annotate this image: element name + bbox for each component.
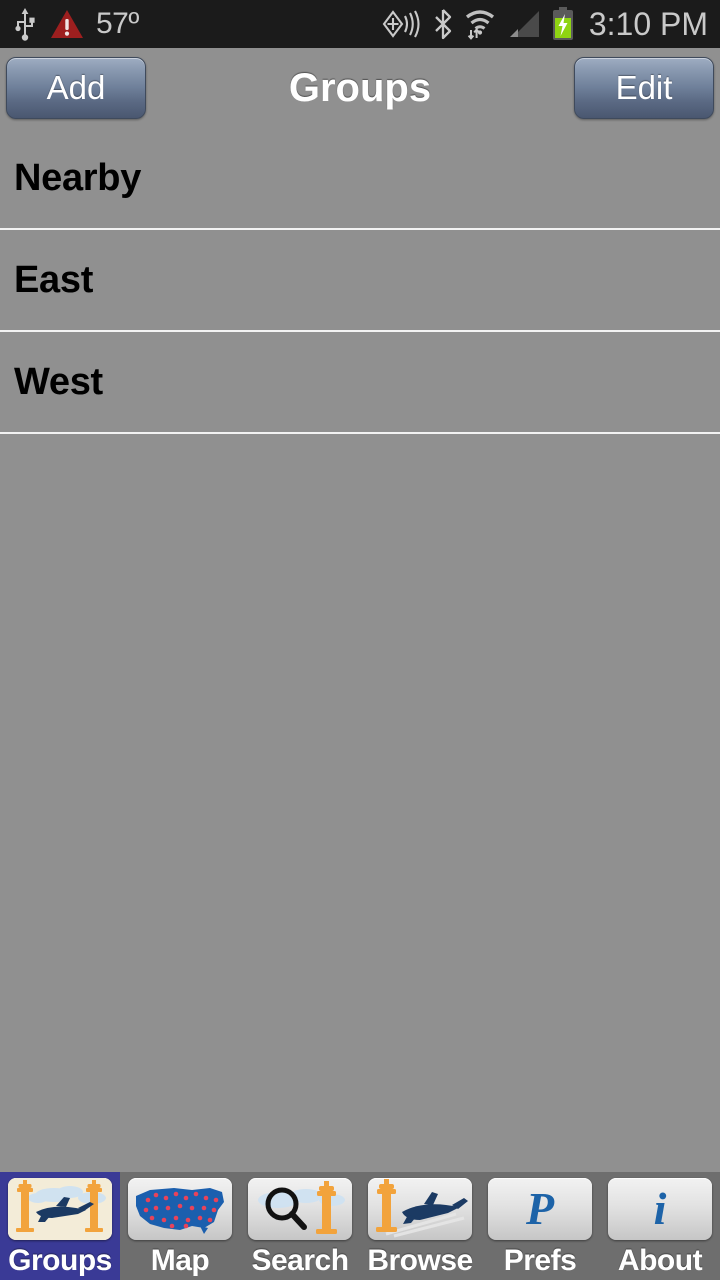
bluetooth-icon: [435, 9, 451, 40]
app-screen: 57º 3:10 PM Groups Add Edit Nearby East …: [0, 0, 720, 1280]
edit-button[interactable]: Edit: [574, 57, 714, 119]
gps-broadcast-icon: [382, 10, 420, 38]
tab-label: Groups: [8, 1244, 112, 1277]
usb-icon: [15, 8, 35, 41]
clock-text: 3:10 PM: [588, 6, 708, 42]
wifi-data-icon: [465, 10, 494, 40]
cell-signal-icon: [509, 11, 539, 37]
status-bar-right: 3:10 PM: [381, 7, 708, 41]
tab-prefs[interactable]: P Prefs: [480, 1172, 600, 1280]
about-glyph: i: [653, 1183, 667, 1234]
list-item[interactable]: West: [0, 332, 720, 434]
tab-label: Browse: [367, 1244, 473, 1277]
tab-search[interactable]: Search: [240, 1172, 360, 1280]
prefs-glyph: P: [525, 1183, 555, 1234]
tab-label: About: [617, 1244, 703, 1277]
groups-list[interactable]: Nearby East West: [0, 128, 720, 1280]
temperature-text: 57º: [96, 7, 139, 40]
tower-airplane-icon: [8, 1178, 112, 1240]
tower-takeoff-icon: [368, 1178, 472, 1240]
tab-label: Map: [150, 1244, 210, 1277]
tab-map[interactable]: Map: [120, 1172, 240, 1280]
tab-label: Prefs: [503, 1244, 577, 1277]
list-item-label: Nearby: [14, 156, 142, 199]
warning-triangle-icon: [51, 10, 83, 38]
info-i-icon: i: [608, 1178, 712, 1240]
tab-label: Search: [251, 1244, 349, 1277]
status-bar: 57º 3:10 PM: [0, 0, 720, 48]
magnifier-tower-icon: [248, 1178, 352, 1240]
list-item[interactable]: Nearby: [0, 128, 720, 230]
tab-browse[interactable]: Browse: [360, 1172, 480, 1280]
tab-groups[interactable]: Groups: [0, 1172, 120, 1280]
script-p-icon: P: [488, 1178, 592, 1240]
battery-charging-icon: [552, 7, 573, 40]
tab-bar: Groups Map Search Browse P Prefs i About: [0, 1172, 720, 1280]
list-item-label: West: [14, 360, 103, 403]
status-bar-left: 57º: [12, 7, 139, 41]
usa-map-icon: [128, 1178, 232, 1240]
list-item-label: East: [14, 258, 94, 301]
navigation-bar: Groups Add Edit: [0, 48, 720, 128]
add-button[interactable]: Add: [6, 57, 146, 119]
list-item[interactable]: East: [0, 230, 720, 332]
list-empty-area: [0, 434, 720, 1280]
tab-about[interactable]: i About: [600, 1172, 720, 1280]
